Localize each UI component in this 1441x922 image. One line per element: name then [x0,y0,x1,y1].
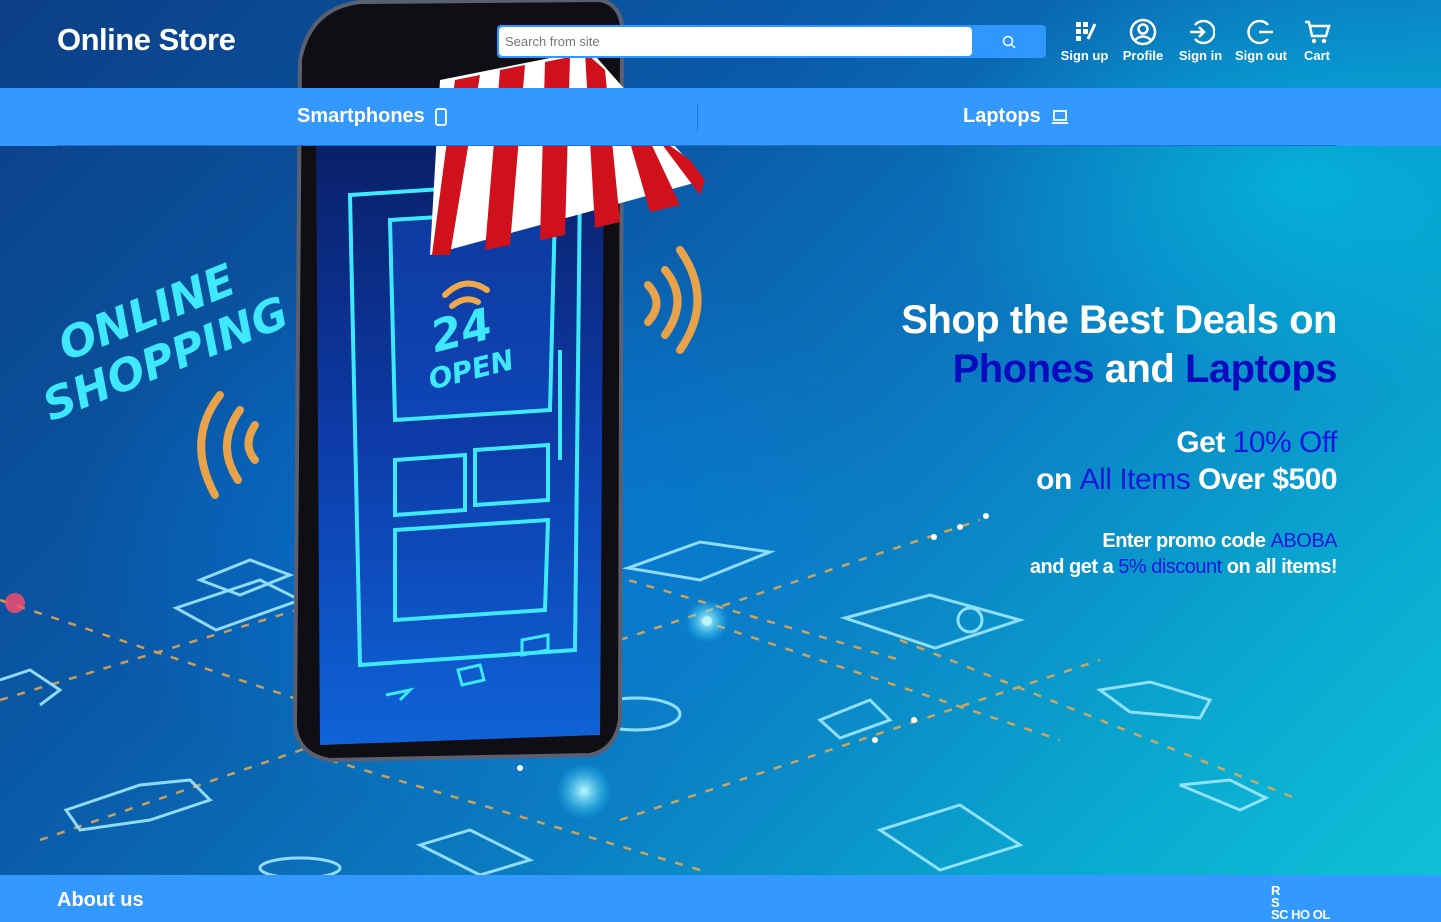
footer: About us R S SC HO OL [0,875,1441,922]
promo-discount: 5% discount [1118,556,1222,578]
promo-line-2: and get a 5% discount on all items! [1029,554,1338,580]
promo-and-get: and get a [1029,556,1114,578]
account-actions: Sign up Profile Sign in Sign out Cart [1058,18,1338,68]
about-us-link[interactable]: About us [57,889,144,912]
offer-items: All Items [1079,463,1191,496]
offer-text: Get 10% Off on All Items Over $500 [1036,424,1337,498]
search-icon [1002,35,1016,49]
headline-laptops: Laptops [1184,347,1338,391]
search-input[interactable] [499,27,972,56]
promo-enter: Enter promo code [1102,530,1266,552]
top-header: Online Store Sign up [0,0,1441,88]
sign-up-icon [1075,22,1096,41]
promo-line-1: Enter promo code ABOBA [1030,528,1337,554]
smartphone-icon [434,107,447,126]
category-smartphones[interactable]: Smartphones [297,105,447,128]
sign-in-icon [1189,19,1215,45]
sign-out-button[interactable]: Sign out [1226,18,1296,68]
category-nav: Smartphones Laptops [0,88,1441,146]
school-logo-top: R S [1271,883,1299,910]
category-divider [697,103,698,131]
category-laptops[interactable]: Laptops [963,105,1069,128]
laptop-icon [1051,109,1068,124]
sign-up-button[interactable]: Sign up [1058,18,1111,68]
offer-line-1: Get 10% Off [1036,424,1337,461]
promo-code: ABOBA [1270,530,1338,552]
profile-label: Profile [1122,48,1164,63]
headline-line-1: Shop the Best Deals on [901,298,1337,342]
headline-phones: Phones [952,347,1095,391]
offer-over: Over $500 [1198,463,1337,496]
offer-get: Get [1176,426,1225,459]
sign-up-label: Sign up [1060,48,1109,63]
cart-button[interactable]: Cart [1296,18,1338,68]
sign-in-button[interactable]: Sign in [1175,18,1226,68]
promo-on-all: on all items! [1226,556,1338,578]
cart-label: Cart [1303,48,1330,63]
headline-line-2: Phones and Laptops [901,345,1338,394]
school-logo[interactable]: R S SC HO OL [1271,883,1339,921]
sign-in-label: Sign in [1178,48,1223,63]
offer-line-2: on All Items Over $500 [1036,461,1337,498]
sign-out-icon [1247,19,1273,45]
category-underline [57,145,1337,146]
sign-out-label: Sign out [1235,48,1287,63]
profile-icon [1129,18,1157,46]
store-logo[interactable]: Online Store [57,22,236,58]
school-logo-bottom: SC HO OL [1271,907,1330,922]
hero-headline: Shop the Best Deals on Phones and Laptop… [901,296,1337,394]
search-button[interactable] [974,27,1044,56]
offer-on: on [1036,463,1072,496]
cart-icon [1305,20,1331,44]
search-bar [497,25,1046,58]
category-laptops-label: Laptops [963,105,1041,127]
promo-code-text: Enter promo code ABOBA and get a 5% disc… [1029,528,1338,580]
offer-discount: 10% Off [1232,426,1338,459]
category-smartphones-label: Smartphones [297,105,425,127]
headline-and: and [1104,347,1175,391]
profile-button[interactable]: Profile [1111,18,1175,68]
